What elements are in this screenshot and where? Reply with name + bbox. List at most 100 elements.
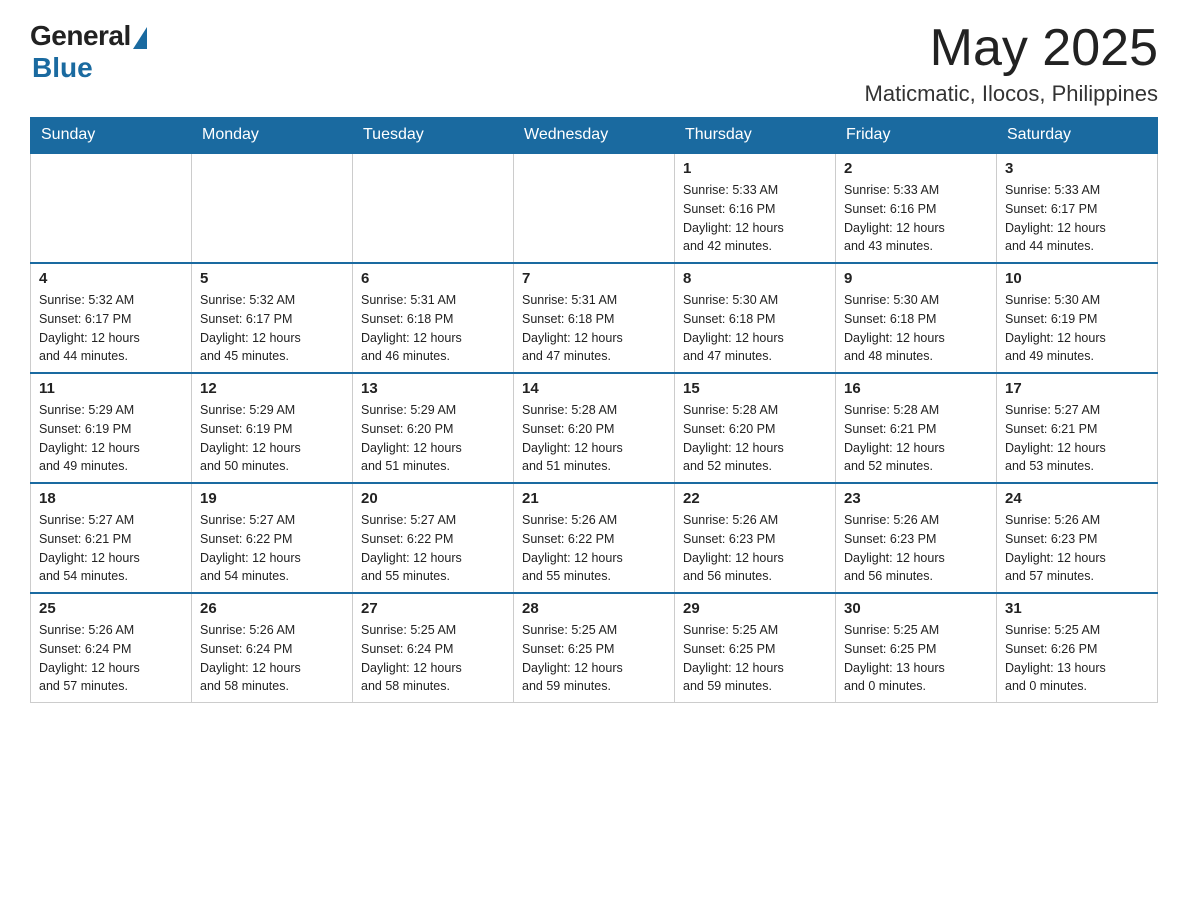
- calendar-cell: 25Sunrise: 5:26 AM Sunset: 6:24 PM Dayli…: [31, 593, 192, 703]
- calendar-cell: 28Sunrise: 5:25 AM Sunset: 6:25 PM Dayli…: [514, 593, 675, 703]
- calendar-cell: 9 Sunrise: 5:30 AM Sunset: 6:18 PM Daylig…: [836, 263, 997, 373]
- day-number: 7: [522, 270, 666, 287]
- day-number: 16: [844, 380, 988, 397]
- subtitle: Maticmatic, Ilocos, Philippines: [865, 81, 1158, 107]
- day-number: 20: [361, 490, 505, 507]
- calendar-cell: 18 Sunrise: 5:27 AM Sunset: 6:21 PM Dayli…: [31, 483, 192, 593]
- day-number: 8: [683, 270, 827, 287]
- day-header-friday: Friday: [836, 118, 997, 154]
- calendar-cell: 11 Sunrise: 5:29 AM Sunset: 6:19 PM Dayli…: [31, 373, 192, 483]
- day-number: 29: [683, 600, 827, 617]
- day-number: 27: [361, 600, 505, 617]
- day-info: Sunrise: 5:29 AM Sunset: 6:19 PM Dayligh…: [39, 401, 183, 476]
- calendar-cell: 15 Sunrise: 5:28 AM Sunset: 6:20 PM Dayli…: [675, 373, 836, 483]
- day-number: 10: [1005, 270, 1149, 287]
- day-info: Sunrise: 5:28 AM Sunset: 6:20 PM Dayligh…: [683, 401, 827, 476]
- calendar-week-1: 1 Sunrise: 5:33 AM Sunset: 6:16 PM Daylig…: [31, 153, 1158, 263]
- day-info: Sunrise: 5:26 AM Sunset: 6:23 PM Dayligh…: [1005, 511, 1149, 586]
- calendar-week-5: 25Sunrise: 5:26 AM Sunset: 6:24 PM Dayli…: [31, 593, 1158, 703]
- day-number: 21: [522, 490, 666, 507]
- day-info: Sunrise: 5:33 AM Sunset: 6:17 PM Dayligh…: [1005, 181, 1149, 256]
- calendar-cell: 2 Sunrise: 5:33 AM Sunset: 6:16 PM Daylig…: [836, 153, 997, 263]
- calendar-cell: 30 Sunrise: 5:25 AM Sunset: 6:25 PM Dayli…: [836, 593, 997, 703]
- calendar-header-row: SundayMondayTuesdayWednesdayThursdayFrid…: [31, 118, 1158, 154]
- calendar-cell: 20 Sunrise: 5:27 AM Sunset: 6:22 PM Dayli…: [353, 483, 514, 593]
- calendar-cell: 6Sunrise: 5:31 AM Sunset: 6:18 PM Daylig…: [353, 263, 514, 373]
- calendar-cell: [514, 153, 675, 263]
- day-info: Sunrise: 5:26 AM Sunset: 6:23 PM Dayligh…: [844, 511, 988, 586]
- calendar-cell: [192, 153, 353, 263]
- calendar-cell: 12 Sunrise: 5:29 AM Sunset: 6:19 PM Dayli…: [192, 373, 353, 483]
- calendar-cell: 17Sunrise: 5:27 AM Sunset: 6:21 PM Dayli…: [997, 373, 1158, 483]
- day-header-tuesday: Tuesday: [353, 118, 514, 154]
- day-info: Sunrise: 5:25 AM Sunset: 6:25 PM Dayligh…: [683, 621, 827, 696]
- logo-blue-text: Blue: [32, 52, 93, 84]
- day-header-saturday: Saturday: [997, 118, 1158, 154]
- day-number: 1: [683, 160, 827, 177]
- day-info: Sunrise: 5:33 AM Sunset: 6:16 PM Dayligh…: [844, 181, 988, 256]
- day-info: Sunrise: 5:30 AM Sunset: 6:19 PM Dayligh…: [1005, 291, 1149, 366]
- calendar-cell: 14Sunrise: 5:28 AM Sunset: 6:20 PM Dayli…: [514, 373, 675, 483]
- calendar-cell: 4Sunrise: 5:32 AM Sunset: 6:17 PM Daylig…: [31, 263, 192, 373]
- day-info: Sunrise: 5:27 AM Sunset: 6:21 PM Dayligh…: [39, 511, 183, 586]
- day-info: Sunrise: 5:29 AM Sunset: 6:20 PM Dayligh…: [361, 401, 505, 476]
- calendar-cell: 19 Sunrise: 5:27 AM Sunset: 6:22 PM Dayli…: [192, 483, 353, 593]
- day-info: Sunrise: 5:25 AM Sunset: 6:25 PM Dayligh…: [844, 621, 988, 696]
- calendar-cell: 21 Sunrise: 5:26 AM Sunset: 6:22 PM Dayli…: [514, 483, 675, 593]
- day-info: Sunrise: 5:28 AM Sunset: 6:21 PM Dayligh…: [844, 401, 988, 476]
- day-number: 14: [522, 380, 666, 397]
- day-number: 31: [1005, 600, 1149, 617]
- day-number: 18: [39, 490, 183, 507]
- day-number: 30: [844, 600, 988, 617]
- day-number: 28: [522, 600, 666, 617]
- calendar-week-4: 18 Sunrise: 5:27 AM Sunset: 6:21 PM Dayli…: [31, 483, 1158, 593]
- day-number: 3: [1005, 160, 1149, 177]
- calendar-cell: 22 Sunrise: 5:26 AM Sunset: 6:23 PM Dayli…: [675, 483, 836, 593]
- day-info: Sunrise: 5:31 AM Sunset: 6:18 PM Dayligh…: [361, 291, 505, 366]
- day-header-wednesday: Wednesday: [514, 118, 675, 154]
- day-number: 2: [844, 160, 988, 177]
- calendar-cell: [31, 153, 192, 263]
- calendar-cell: 31Sunrise: 5:25 AM Sunset: 6:26 PM Dayli…: [997, 593, 1158, 703]
- day-info: Sunrise: 5:30 AM Sunset: 6:18 PM Dayligh…: [683, 291, 827, 366]
- calendar-cell: 1 Sunrise: 5:33 AM Sunset: 6:16 PM Daylig…: [675, 153, 836, 263]
- day-info: Sunrise: 5:27 AM Sunset: 6:22 PM Dayligh…: [361, 511, 505, 586]
- day-info: Sunrise: 5:33 AM Sunset: 6:16 PM Dayligh…: [683, 181, 827, 256]
- calendar-week-3: 11 Sunrise: 5:29 AM Sunset: 6:19 PM Dayli…: [31, 373, 1158, 483]
- day-info: Sunrise: 5:29 AM Sunset: 6:19 PM Dayligh…: [200, 401, 344, 476]
- day-info: Sunrise: 5:26 AM Sunset: 6:23 PM Dayligh…: [683, 511, 827, 586]
- day-number: 9: [844, 270, 988, 287]
- day-number: 23: [844, 490, 988, 507]
- day-number: 24: [1005, 490, 1149, 507]
- day-header-thursday: Thursday: [675, 118, 836, 154]
- calendar-cell: 7 Sunrise: 5:31 AM Sunset: 6:18 PM Daylig…: [514, 263, 675, 373]
- day-number: 26: [200, 600, 344, 617]
- page-header: General Blue May 2025 Maticmatic, Ilocos…: [30, 20, 1158, 107]
- calendar-cell: 10 Sunrise: 5:30 AM Sunset: 6:19 PM Dayli…: [997, 263, 1158, 373]
- day-info: Sunrise: 5:26 AM Sunset: 6:24 PM Dayligh…: [39, 621, 183, 696]
- day-info: Sunrise: 5:32 AM Sunset: 6:17 PM Dayligh…: [200, 291, 344, 366]
- calendar-cell: 5 Sunrise: 5:32 AM Sunset: 6:17 PM Daylig…: [192, 263, 353, 373]
- calendar-cell: 29 Sunrise: 5:25 AM Sunset: 6:25 PM Dayli…: [675, 593, 836, 703]
- title-section: May 2025 Maticmatic, Ilocos, Philippines: [865, 20, 1158, 107]
- day-number: 12: [200, 380, 344, 397]
- day-header-monday: Monday: [192, 118, 353, 154]
- day-info: Sunrise: 5:26 AM Sunset: 6:22 PM Dayligh…: [522, 511, 666, 586]
- day-number: 5: [200, 270, 344, 287]
- calendar-cell: 27 Sunrise: 5:25 AM Sunset: 6:24 PM Dayli…: [353, 593, 514, 703]
- logo-triangle-icon: [133, 27, 147, 49]
- logo-general-text: General: [30, 20, 131, 52]
- day-number: 17: [1005, 380, 1149, 397]
- day-info: Sunrise: 5:31 AM Sunset: 6:18 PM Dayligh…: [522, 291, 666, 366]
- day-number: 19: [200, 490, 344, 507]
- calendar-cell: 16 Sunrise: 5:28 AM Sunset: 6:21 PM Dayli…: [836, 373, 997, 483]
- day-number: 22: [683, 490, 827, 507]
- calendar-cell: [353, 153, 514, 263]
- day-number: 11: [39, 380, 183, 397]
- day-info: Sunrise: 5:30 AM Sunset: 6:18 PM Dayligh…: [844, 291, 988, 366]
- day-info: Sunrise: 5:27 AM Sunset: 6:22 PM Dayligh…: [200, 511, 344, 586]
- calendar-table: SundayMondayTuesdayWednesdayThursdayFrid…: [30, 117, 1158, 703]
- day-info: Sunrise: 5:26 AM Sunset: 6:24 PM Dayligh…: [200, 621, 344, 696]
- day-number: 15: [683, 380, 827, 397]
- day-info: Sunrise: 5:25 AM Sunset: 6:24 PM Dayligh…: [361, 621, 505, 696]
